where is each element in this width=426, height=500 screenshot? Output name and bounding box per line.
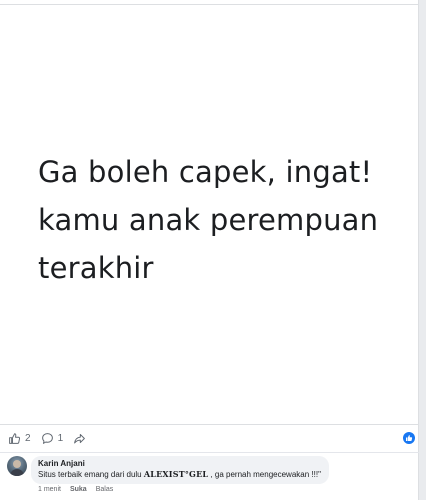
comment-button[interactable]: 1 [41,432,64,445]
thumbs-up-icon [8,432,21,445]
post-text-line: Ga boleh capek, ingat! [38,155,373,189]
comment-count: 1 [57,432,64,444]
comment-meta: 1 menit Suka Balas [38,486,113,493]
comment-bubble-icon [41,432,54,445]
like-count: 2 [25,432,31,444]
share-arrow-icon [73,432,86,445]
post-text-line: terakhir [38,251,154,285]
post-actions: 2 1 [8,430,86,446]
comment-time[interactable]: 1 menit [38,486,61,493]
top-divider [0,4,419,5]
like-button[interactable]: 2 [8,432,31,445]
post-card: Ga boleh capek, ingat! kamu anak perempu… [0,0,419,500]
comment-author[interactable]: Karin Anjani [38,459,321,469]
share-button[interactable] [73,432,86,445]
comment-text-before: Situs terbaik emang dari dulu [38,470,144,479]
post-text-line: kamu anak perempuan [38,203,379,237]
avatar[interactable] [7,456,27,476]
comment-bubble: Karin Anjani Situs terbaik emang dari du… [31,456,329,484]
actions-divider [0,424,419,425]
comment-reply-link[interactable]: Balas [96,486,114,493]
like-reaction-badge-icon[interactable] [403,432,415,444]
comments-divider [0,452,419,453]
post-text: Ga boleh capek, ingat! kamu anak perempu… [38,148,408,292]
comment-text: Situs terbaik emang dari dulu ALEXIST°GE… [38,469,321,480]
comment-like-link[interactable]: Suka [70,486,87,493]
avatar-head [13,460,21,468]
comment-brand: ALEXIST°GEL [143,469,209,479]
avatar-shoulders [10,469,24,476]
comment-text-after: , ga pernah mengecewakan !!!" [208,470,321,479]
